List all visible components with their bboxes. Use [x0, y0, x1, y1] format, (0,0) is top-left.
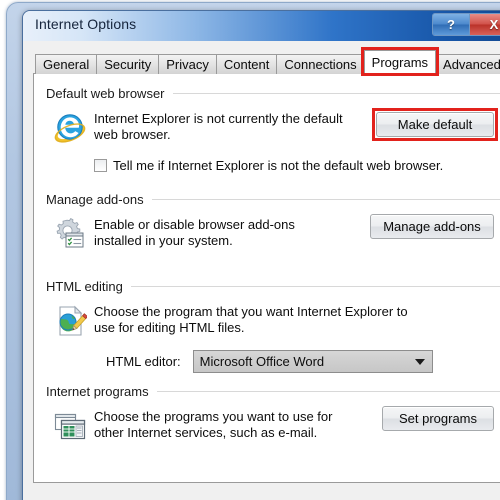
- html-editor-value: Microsoft Office Word: [199, 354, 325, 369]
- close-button[interactable]: X: [470, 14, 500, 35]
- set-programs-button[interactable]: Set programs: [382, 406, 494, 431]
- programs-tab-panel: Default web browser Internet Explorer is…: [33, 73, 500, 483]
- tab-content[interactable]: Content: [215, 54, 278, 74]
- html-editor-select[interactable]: Microsoft Office Word: [192, 350, 433, 373]
- default-web-browser-row: Internet Explorer is not currently the d…: [46, 108, 500, 145]
- html-editing-description: Choose the program that you want Interne…: [94, 304, 408, 335]
- screen: Internet Options ? X General Security Pr…: [0, 0, 500, 500]
- windows-stack-icon-cell: [46, 407, 94, 443]
- manage-addons-title: Manage add-ons: [46, 192, 500, 207]
- page-globe-pencil-icon-cell: [46, 302, 94, 338]
- tab-security[interactable]: Security: [96, 54, 160, 74]
- dialog-body: General Security Privacy Content Connect…: [23, 41, 500, 500]
- internet-programs-title: Internet programs: [46, 384, 500, 399]
- windows-stack-icon: [54, 413, 86, 440]
- gear-checklist-icon-cell: [46, 215, 94, 251]
- window-title: Internet Options: [35, 16, 137, 32]
- internet-programs-description: Choose the programs you want to use for …: [94, 409, 333, 440]
- internet-programs-title-label: Internet programs: [46, 384, 149, 399]
- tab-content-label: Content: [223, 57, 270, 72]
- notify-default-browser-checkbox[interactable]: [94, 159, 107, 172]
- make-default-button[interactable]: Make default: [372, 108, 498, 141]
- tab-privacy-label: Privacy: [166, 57, 209, 72]
- group-separator-line: [130, 286, 500, 287]
- notify-default-browser-row[interactable]: Tell me if Internet Explorer is not the …: [94, 158, 500, 173]
- internet-explorer-icon: [54, 114, 86, 143]
- help-button[interactable]: ?: [433, 14, 470, 35]
- tab-strip: General Security Privacy Content Connect…: [33, 47, 500, 76]
- html-editing-title-label: HTML editing: [46, 279, 123, 294]
- default-web-browser-title: Default web browser: [46, 86, 500, 101]
- notify-default-browser-label: Tell me if Internet Explorer is not the …: [113, 158, 444, 173]
- gear-checklist-icon: [56, 218, 84, 248]
- default-web-browser-description: Internet Explorer is not currently the d…: [94, 111, 343, 142]
- default-web-browser-title-label: Default web browser: [46, 86, 165, 101]
- tab-general[interactable]: General: [35, 54, 98, 74]
- html-editor-label: HTML editor:: [106, 354, 181, 369]
- group-separator-line: [172, 93, 500, 94]
- internet-explorer-icon-cell: [46, 109, 94, 145]
- manage-addons-group: Manage add-ons Enable or disable browser…: [46, 192, 500, 251]
- internet-programs-row: Choose the programs you want to use for …: [46, 406, 500, 443]
- manage-addons-title-label: Manage add-ons: [46, 192, 144, 207]
- tab-programs-label: Programs: [371, 55, 429, 70]
- tab-connections-label: Connections: [284, 57, 357, 72]
- group-separator-line: [151, 199, 500, 200]
- html-editing-title: HTML editing: [46, 279, 500, 294]
- manage-addons-row: Enable or disable browser add-ons instal…: [46, 214, 500, 251]
- group-separator-line: [156, 391, 500, 392]
- tab-privacy[interactable]: Privacy: [158, 54, 217, 74]
- tab-advanced[interactable]: Advanced: [435, 54, 500, 74]
- html-editing-group: HTML editing Choose the program that you…: [46, 279, 500, 373]
- page-globe-pencil-icon: [59, 305, 87, 336]
- internet-options-dialog: Internet Options ? X General Security Pr…: [22, 10, 500, 500]
- chevron-down-icon[interactable]: [414, 358, 425, 365]
- tab-general-label: General: [43, 57, 90, 72]
- default-web-browser-group: Default web browser Internet Explorer is…: [46, 86, 500, 173]
- manage-addons-description: Enable or disable browser add-ons instal…: [94, 217, 295, 248]
- title-bar[interactable]: Internet Options ? X: [23, 11, 500, 42]
- internet-programs-group: Internet programs Choose the programs yo…: [46, 384, 500, 443]
- tab-connections[interactable]: Connections: [276, 54, 365, 74]
- html-editor-row: HTML editor: Microsoft Office Word: [106, 350, 500, 373]
- html-editing-row: Choose the program that you want Interne…: [46, 302, 500, 338]
- tab-security-label: Security: [104, 57, 152, 72]
- tab-advanced-label: Advanced: [443, 57, 500, 72]
- manage-addons-button[interactable]: Manage add-ons: [370, 214, 494, 239]
- window-buttons: ? X: [432, 13, 500, 36]
- tab-programs[interactable]: Programs: [360, 47, 440, 76]
